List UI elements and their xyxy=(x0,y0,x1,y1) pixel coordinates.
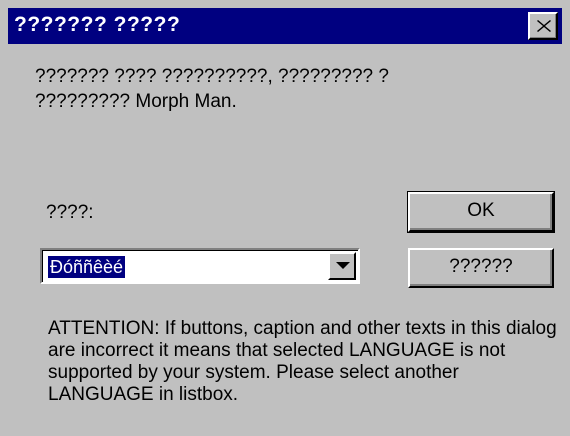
close-button[interactable] xyxy=(528,12,558,40)
dialog-message: ??????? ???? ??????????, ????????? ? ???… xyxy=(35,66,389,112)
ok-button[interactable]: OK xyxy=(407,191,555,233)
cancel-button[interactable]: ?????? xyxy=(408,248,554,288)
language-dialog: ??????? ????? ??????? ???? ??????????, ?… xyxy=(0,0,570,436)
chevron-down-icon xyxy=(336,262,350,269)
language-label: ????: xyxy=(46,202,94,223)
title-bar[interactable]: ??????? ????? xyxy=(8,8,562,44)
window-title: ??????? ????? xyxy=(14,13,181,36)
language-select[interactable]: Ðóññêèé xyxy=(40,248,360,284)
language-selected-value: Ðóññêèé xyxy=(46,255,127,279)
attention-notice: ATTENTION: If buttons, caption and other… xyxy=(48,318,557,405)
dropdown-button[interactable] xyxy=(328,252,356,280)
close-icon xyxy=(537,20,551,32)
